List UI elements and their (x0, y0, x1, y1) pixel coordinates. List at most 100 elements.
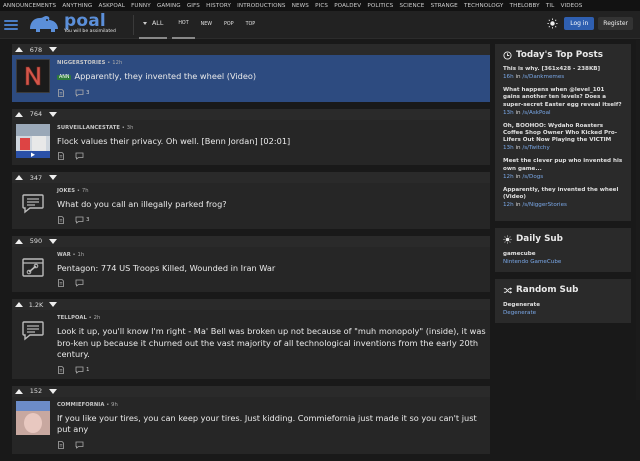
document-icon[interactable] (57, 152, 65, 160)
tab-pop[interactable]: POP (218, 11, 240, 39)
post-actions: 1 (57, 365, 486, 374)
topbar-link-funny[interactable]: FUNNY (131, 3, 151, 9)
all-dropdown[interactable]: ALL (139, 11, 168, 39)
top-post-sub[interactable]: /s/NiggerStories (522, 202, 567, 208)
topbar-link-videos[interactable]: VIDEOS (561, 3, 583, 9)
post-title-text[interactable]: What do you call an illegally parked fro… (57, 199, 227, 209)
post-thumbnail[interactable] (16, 251, 50, 285)
downvote-icon[interactable] (49, 47, 57, 52)
post-flair[interactable]: ANN (57, 75, 72, 80)
post-title[interactable]: If you like your tires, you can keep you… (57, 413, 486, 436)
document-icon[interactable] (57, 88, 65, 97)
daily-sub-desc[interactable]: Nintendo GameCube (503, 258, 623, 266)
scrollbar[interactable] (636, 40, 640, 400)
tab-new[interactable]: NEW (195, 11, 218, 39)
upvote-icon[interactable] (15, 47, 23, 52)
post-thumbnail[interactable] (16, 123, 50, 158)
topbar-link-gaming[interactable]: GAMING (157, 3, 181, 9)
post-title[interactable]: ANN Apparently, they invented the wheel (… (57, 71, 486, 84)
random-sub-desc[interactable]: Degenerate (503, 309, 623, 317)
downvote-icon[interactable] (49, 238, 57, 244)
downvote-icon[interactable] (49, 175, 57, 180)
topbar-link-poaldev[interactable]: POALDEV (334, 3, 361, 9)
post-sub[interactable]: SURVEILLANCESTATE (57, 125, 120, 131)
topbar-link-strange[interactable]: STRANGE (431, 3, 458, 9)
top-post-title[interactable]: Oh, BOOHOO: Wydaho Roasters Coffee Shop … (503, 123, 623, 145)
top-post-sub[interactable]: /s/Dogs (522, 174, 543, 180)
post-thumbnail[interactable] (16, 400, 50, 435)
site-logo[interactable]: poal You will be assimilated (28, 11, 133, 36)
topbar-link-gifs[interactable]: GIFS (187, 3, 200, 9)
post-title[interactable]: Pentagon: 774 US Troops Killed, Wounded … (57, 263, 486, 275)
post-body: SURVEILLANCESTATE • 3h Flock values their… (12, 119, 490, 165)
topbar-link-history[interactable]: HISTORY (206, 3, 231, 9)
downvote-icon[interactable] (49, 388, 57, 394)
comments-icon[interactable] (75, 152, 84, 160)
topbar-link-science[interactable]: SCIENCE (399, 3, 424, 9)
post-title[interactable]: Look it up, you'll know I'm right - Ma' … (57, 326, 486, 361)
topbar-link-pics[interactable]: PICS (315, 3, 328, 9)
post-title-text[interactable]: Apparently, they invented the wheel (Vid… (74, 71, 256, 81)
topbar-link-introductions[interactable]: INTRODUCTIONS (237, 3, 285, 9)
comments-icon[interactable] (75, 441, 84, 449)
post-sub[interactable]: TELLPOAL (57, 315, 87, 321)
comments-icon[interactable] (75, 216, 84, 224)
topbar-link-technology[interactable]: TECHNOLOGY (464, 3, 503, 9)
topbar-link-announcements[interactable]: ANNOUNCEMENTS (3, 3, 56, 9)
upvote-icon[interactable] (15, 238, 23, 244)
topbar-link-politics[interactable]: POLITICS (367, 3, 393, 9)
post-sub[interactable]: COMMIEFORNIA (57, 402, 104, 408)
post-title-text[interactable]: Look it up, you'll know I'm right - Ma' … (57, 326, 486, 359)
post-meta: SURVEILLANCESTATE • 3h (57, 125, 486, 131)
register-button[interactable]: Register (598, 17, 633, 30)
document-icon[interactable] (57, 279, 65, 287)
upvote-icon[interactable] (15, 302, 23, 307)
top-post-title[interactable]: This is why. [361x428 - 238KB] (503, 66, 623, 73)
post-sub[interactable]: JOKES (57, 188, 75, 194)
post-sub[interactable]: NIGGERSTORIES (57, 60, 106, 66)
downvote-icon[interactable] (49, 111, 57, 117)
comments-icon[interactable] (75, 279, 84, 287)
top-post-title[interactable]: What happens when @level_101 gains anoth… (503, 87, 623, 109)
upvote-icon[interactable] (15, 175, 23, 180)
topbar-link-til[interactable]: TIL (546, 3, 554, 9)
daily-sub-name[interactable]: gamecube (503, 250, 623, 258)
top-post-title[interactable]: Meet the clever pup who invented his own… (503, 158, 623, 172)
top-post-sub[interactable]: /s/Dankmemes (522, 74, 564, 80)
top-post-sub[interactable]: /s/AskPoal (522, 110, 550, 116)
top-posts-box: Today's Top Posts This is why. [361x428 … (495, 44, 631, 222)
tab-hot[interactable]: HOT (172, 11, 195, 39)
post-thumbnail[interactable] (16, 314, 50, 348)
theme-toggle-icon[interactable] (547, 18, 558, 29)
top-post-sub[interactable]: /s/Twitchy (522, 145, 549, 151)
post-sub[interactable]: WAR (57, 252, 71, 258)
document-icon[interactable] (57, 215, 65, 224)
topbar-link-news[interactable]: NEWS (292, 3, 309, 9)
post-title-text[interactable]: Flock values their privacy. Oh well. [Be… (57, 136, 290, 146)
random-sub-name[interactable]: Degenerate (503, 301, 623, 309)
top-post-title[interactable]: Apparently, they invented the wheel (Vid… (503, 187, 623, 201)
post-title-text[interactable]: Pentagon: 774 US Troops Killed, Wounded … (57, 263, 275, 273)
upvote-icon[interactable] (15, 388, 23, 394)
comments-icon[interactable] (75, 89, 84, 97)
post-title[interactable]: What do you call an illegally parked fro… (57, 199, 486, 211)
menu-icon[interactable] (4, 19, 18, 30)
post-thumbnail[interactable] (16, 59, 50, 93)
post-title-text[interactable]: If you like your tires, you can keep you… (57, 413, 477, 435)
comments-icon[interactable] (75, 366, 84, 374)
downvote-icon[interactable] (49, 302, 57, 307)
post-thumbnail[interactable] (16, 187, 50, 221)
comment-count[interactable]: 1 (86, 367, 90, 373)
post-actions (57, 152, 486, 160)
topbar-link-anything[interactable]: ANYTHING (62, 3, 92, 9)
tab-top[interactable]: TOP (240, 11, 262, 39)
topbar-link-thelobby[interactable]: THELOBBY (510, 3, 540, 9)
document-icon[interactable] (57, 365, 65, 374)
comment-count[interactable]: 3 (86, 217, 90, 223)
comment-count[interactable]: 3 (86, 90, 90, 96)
topbar-link-askpoal[interactable]: ASKPOAL (99, 3, 125, 9)
login-button[interactable]: Log in (564, 17, 595, 30)
post-title[interactable]: Flock values their privacy. Oh well. [Be… (57, 136, 486, 148)
document-icon[interactable] (57, 440, 65, 449)
upvote-icon[interactable] (15, 111, 23, 117)
